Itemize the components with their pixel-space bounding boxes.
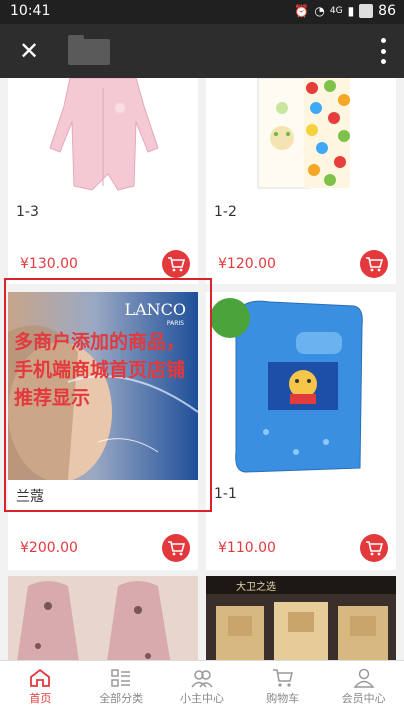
product-card[interactable]: 1-2 ¥120.00	[206, 78, 396, 284]
product-card[interactable]: 大卫之选	[206, 576, 396, 660]
status-time: 10:41	[10, 3, 51, 19]
people-icon	[191, 669, 213, 687]
wifi-icon: ◔	[314, 4, 325, 18]
product-image[interactable]	[8, 576, 198, 660]
product-card[interactable]: 1-1 ¥110.00	[206, 292, 396, 570]
annotation-text: 多商户添加的商品， 手机端商城首页店铺 推荐显示	[14, 328, 204, 412]
signal-icon: ▮	[347, 4, 355, 18]
nav-label: 购物车	[266, 691, 300, 705]
app-header: ✕	[0, 24, 404, 78]
product-image[interactable]: 大卫之选	[206, 576, 396, 660]
product-image[interactable]	[206, 292, 396, 480]
product-price: ¥120.00	[218, 256, 276, 272]
nav-member-center[interactable]: 会员中心	[323, 661, 404, 712]
more-menu-icon[interactable]	[380, 38, 386, 64]
signal-label: 4G	[329, 6, 343, 16]
nav-label: 首页	[29, 691, 52, 705]
product-price: ¥130.00	[20, 256, 78, 272]
nav-label: 会员中心	[341, 691, 386, 705]
battery-level: 86	[378, 3, 396, 19]
nav-label: 小主中心	[179, 691, 224, 705]
brand-sub: PARIS	[166, 320, 184, 327]
home-icon	[30, 668, 51, 687]
nav-label: 全部分类	[99, 691, 144, 705]
add-to-cart-button[interactable]	[162, 534, 190, 562]
cart-icon	[168, 257, 185, 272]
nav-xiaozhu-center[interactable]: 小主中心	[162, 661, 243, 712]
product-image[interactable]	[8, 78, 198, 200]
nav-cart[interactable]: 购物车	[242, 661, 323, 712]
cart-icon	[272, 668, 293, 687]
category-icon	[111, 668, 131, 687]
annotation-line: 多商户添加的商品，	[14, 331, 186, 353]
status-bar: 10:41 ⏰ ◔ 4G ▮ 86	[0, 0, 404, 24]
brand-logo: LANCO	[124, 300, 186, 319]
add-to-cart-button[interactable]	[360, 534, 388, 562]
annotation-line: 推荐显示	[14, 387, 91, 409]
product-image[interactable]	[206, 78, 396, 200]
close-icon[interactable]: ✕	[14, 36, 44, 66]
add-to-cart-button[interactable]	[162, 250, 190, 278]
cart-icon	[168, 541, 185, 556]
product-name: 1-1	[214, 486, 237, 502]
status-icons: ⏰ ◔ 4G ▮ 86	[294, 3, 396, 19]
add-to-cart-button[interactable]	[360, 250, 388, 278]
brand-logo: 大卫之选	[236, 582, 276, 593]
cart-icon	[366, 541, 383, 556]
product-card[interactable]	[8, 576, 198, 660]
nav-categories[interactable]: 全部分类	[81, 661, 162, 712]
product-name: 1-3	[16, 204, 39, 220]
annotation-line: 手机端商城首页店铺	[14, 359, 186, 381]
product-price: ¥110.00	[218, 540, 276, 556]
battery-icon	[359, 4, 374, 18]
alarm-icon: ⏰	[294, 4, 310, 18]
nav-home[interactable]: 首页	[0, 661, 81, 712]
product-price: ¥200.00	[20, 540, 78, 556]
product-name: 兰蔻	[16, 489, 44, 505]
user-icon	[352, 668, 375, 688]
product-card[interactable]: 1-3 ¥130.00	[8, 78, 198, 284]
product-name: 1-2	[214, 204, 237, 220]
folder-icon	[68, 35, 110, 65]
bottom-nav: 首页 全部分类 小主中心 购物车 会员中心	[0, 660, 404, 712]
cart-icon	[366, 257, 383, 272]
